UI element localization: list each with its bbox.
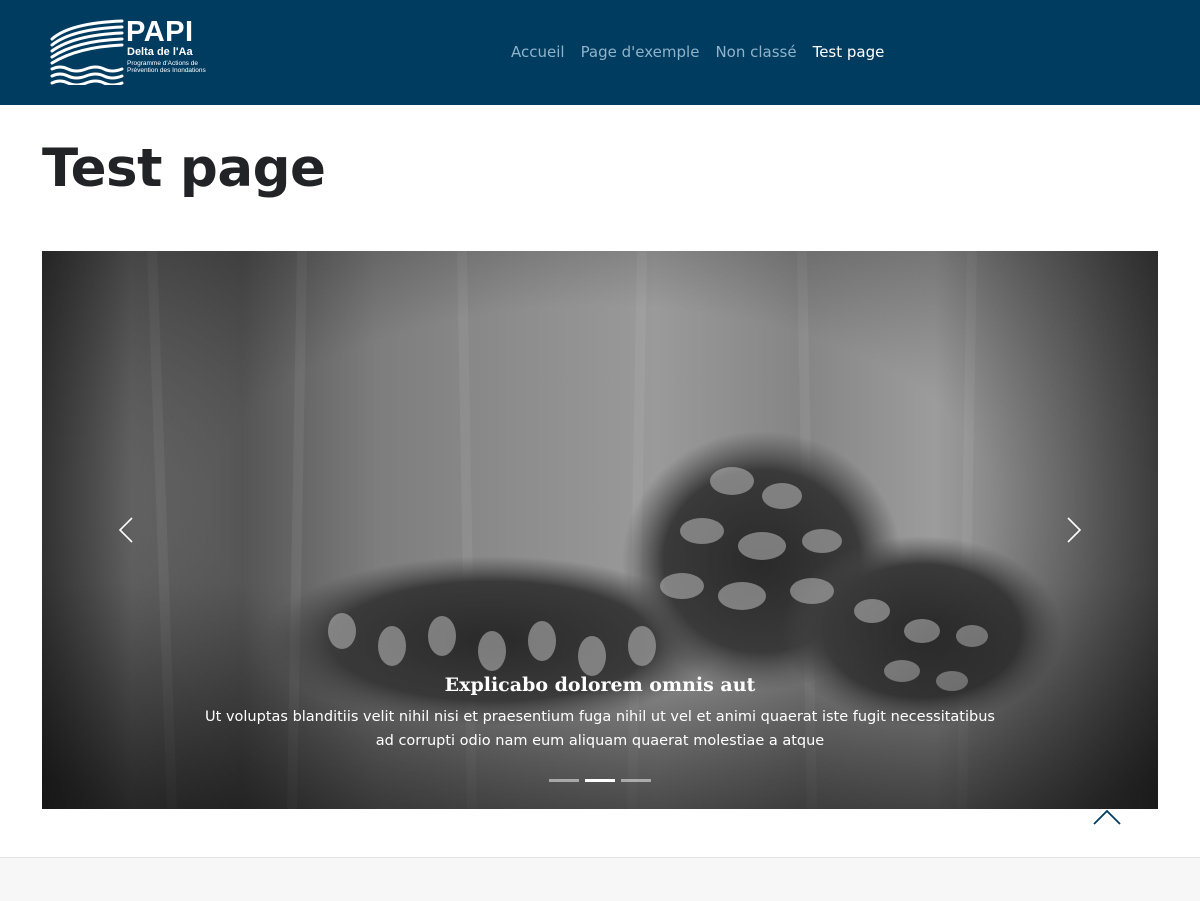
logo-title: PAPI bbox=[126, 16, 194, 48]
carousel-indicator-2[interactable] bbox=[585, 779, 615, 782]
carousel-prev-button[interactable] bbox=[109, 513, 143, 547]
logo-tagline: Programme d'Actions de Prévention des In… bbox=[127, 60, 206, 74]
carousel-indicator-3[interactable] bbox=[621, 779, 651, 782]
logo-subtitle: Delta de l'Aa bbox=[127, 46, 193, 58]
chevron-right-icon bbox=[1067, 517, 1082, 543]
caption-title: Explicabo dolorem omnis aut bbox=[444, 674, 756, 696]
carousel-indicator-1[interactable] bbox=[549, 779, 579, 782]
chevron-left-icon bbox=[118, 517, 133, 543]
chevron-up-icon bbox=[1093, 809, 1121, 825]
site-logo[interactable]: PAPI Delta de l'Aa Programme d'Actions d… bbox=[50, 16, 206, 85]
nav-item-test-page[interactable]: Test page bbox=[805, 41, 893, 63]
image-carousel[interactable]: Explicabo dolorem omnis aut Ut voluptas … bbox=[42, 251, 1158, 809]
carousel-indicators bbox=[549, 779, 651, 782]
waves-logo-icon bbox=[50, 19, 124, 85]
nav-item-non-classe[interactable]: Non classé bbox=[707, 41, 804, 63]
page-title: Test page bbox=[42, 138, 326, 199]
nav-item-page-exemple[interactable]: Page d'exemple bbox=[573, 41, 708, 63]
main-nav: Accueil Page d'exemple Non classé Test p… bbox=[503, 41, 892, 63]
back-to-top-button[interactable] bbox=[1092, 808, 1122, 828]
carousel-caption: Explicabo dolorem omnis aut Ut voluptas … bbox=[42, 671, 1158, 753]
caption-text: Ut voluptas blanditiis velit nihil nisi … bbox=[205, 709, 995, 749]
carousel-next-button[interactable] bbox=[1057, 513, 1091, 547]
site-header: PAPI Delta de l'Aa Programme d'Actions d… bbox=[0, 0, 1200, 105]
nav-item-accueil[interactable]: Accueil bbox=[503, 41, 573, 63]
site-footer bbox=[0, 857, 1200, 901]
